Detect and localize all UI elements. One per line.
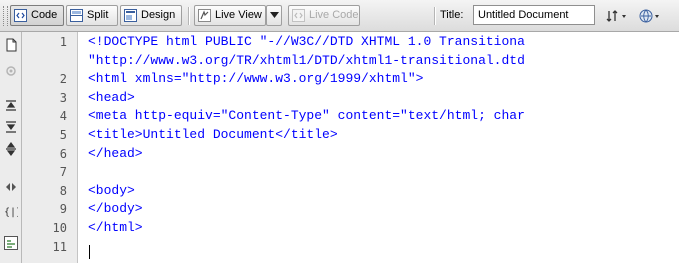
file-management-icon[interactable] <box>605 8 629 24</box>
live-view-options-button[interactable] <box>266 5 282 26</box>
expand-all-icon[interactable] <box>4 142 18 156</box>
balance-braces-icon[interactable]: {|} <box>4 204 18 218</box>
select-parent-tag-icon[interactable] <box>4 180 18 194</box>
svg-text:{|}: {|} <box>4 207 18 218</box>
code-editor[interactable]: <!DOCTYPE html PUBLIC "-//W3C//DTD XHTML… <box>88 32 679 263</box>
line-number: 2 <box>59 72 67 87</box>
code-line[interactable]: <!DOCTYPE html PUBLIC "-//W3C//DTD XHTML… <box>88 34 525 49</box>
code-line[interactable]: </body> <box>88 201 143 216</box>
code-view-icon <box>14 9 27 22</box>
document-toolbar: Code Split Design Live View Live Code Ti… <box>0 0 679 32</box>
line-number: 4 <box>59 109 67 124</box>
line-number: 11 <box>52 239 67 254</box>
design-view-icon <box>124 9 137 22</box>
line-number: 7 <box>59 165 67 180</box>
code-line[interactable]: <body> <box>88 183 135 198</box>
line-number: 9 <box>59 202 67 217</box>
code-line[interactable]: <meta http-equiv="Content-Type" content=… <box>88 108 525 123</box>
line-number: 1 <box>59 35 67 49</box>
toolbar-grip[interactable] <box>3 6 8 26</box>
code-view-button[interactable]: Code <box>10 5 64 26</box>
code-line[interactable]: <title>Untitled Document</title> <box>88 127 338 142</box>
live-view-icon <box>198 9 211 22</box>
code-line[interactable]: </head> <box>88 146 143 161</box>
toolbar-separator <box>434 7 436 25</box>
code-line[interactable]: <html xmlns="http://www.w3.org/1999/xhtm… <box>88 71 423 86</box>
toolbar-separator <box>188 7 190 25</box>
live-view-button[interactable]: Live View <box>194 5 266 26</box>
collapse-selection-icon[interactable] <box>4 120 18 134</box>
split-view-label: Split <box>87 9 109 21</box>
collapse-full-tag-icon[interactable] <box>4 98 18 112</box>
line-number-gutter: 1 2 3 4 5 6 7 8 9 10 11 <box>22 32 78 263</box>
line-number: 3 <box>59 90 67 105</box>
text-caret <box>89 245 90 259</box>
coding-toolbar: {|} <box>0 32 22 263</box>
line-number: 6 <box>59 146 67 161</box>
design-view-label: Design <box>141 9 176 21</box>
open-documents-icon[interactable] <box>4 38 18 52</box>
code-line[interactable]: </html> <box>88 220 143 235</box>
code-line[interactable]: <head> <box>88 90 135 105</box>
live-code-icon <box>292 9 305 22</box>
split-view-button[interactable]: Split <box>66 5 118 26</box>
live-view-dropdown-icon <box>270 12 279 18</box>
line-number: 8 <box>59 183 67 198</box>
format-source-code-icon[interactable] <box>4 236 18 250</box>
live-code-label: Live Code <box>309 9 359 21</box>
title-label: Title: <box>440 9 464 21</box>
design-view-button[interactable]: Design <box>120 5 182 26</box>
live-view-label: Live View <box>215 9 262 21</box>
code-view-label: Code <box>31 9 58 21</box>
preview-browser-icon[interactable] <box>638 8 662 24</box>
split-view-icon <box>70 9 83 22</box>
live-code-button[interactable]: Live Code <box>288 5 360 26</box>
line-number: 10 <box>52 221 67 235</box>
code-line[interactable]: "http://www.w3.org/TR/xhtml1/DTD/xhtml1-… <box>88 53 525 68</box>
show-code-navigator-icon[interactable] <box>4 64 18 78</box>
line-number: 5 <box>59 128 67 142</box>
document-title-input[interactable] <box>473 5 595 25</box>
